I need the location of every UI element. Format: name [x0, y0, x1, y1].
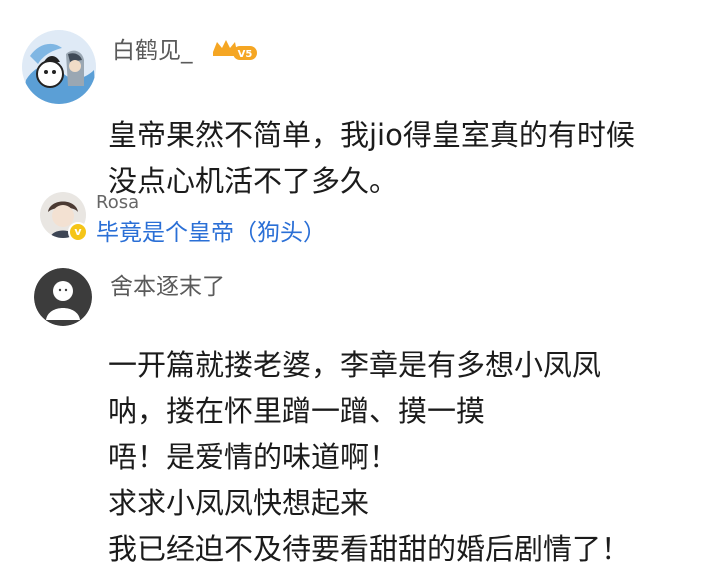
comment-line: 我已经迫不及待要看甜甜的婚后剧情了！	[108, 532, 631, 566]
vip-level-badge: V5	[211, 38, 257, 62]
avatar-illustration	[22, 30, 96, 104]
comment-text: 一开篇就搂老婆，李章是有多想小凤凤 呐，搂在怀里蹭一蹭、摸一摸 唔！是爱情的味道…	[108, 342, 630, 572]
verified-badge-icon: v	[68, 222, 88, 242]
comment-line: 求求小凤凤快想起来	[108, 486, 370, 520]
crown-icon: V5	[213, 40, 257, 60]
comment-item: 白鹤见_ V5 皇帝果然不简单，我jio得皇室真的有时候 没点心机活不了多久。 …	[0, 0, 720, 246]
default-avatar[interactable]	[34, 268, 92, 326]
comment-text: 皇帝果然不简单，我jio得皇室真的有时候 没点心机活不了多久。	[108, 112, 635, 204]
reply-username[interactable]: Rosa	[96, 192, 139, 214]
username[interactable]: 白鹤见_	[112, 36, 193, 66]
comment-line: 皇帝果然不简单，我jio得皇室真的有时候	[108, 118, 635, 152]
comment-line: 一开篇就搂老婆，李章是有多想小凤凤	[108, 348, 602, 382]
comment-line: 呐，搂在怀里蹭一蹭、摸一摸	[108, 394, 486, 428]
reply-text: 毕竟是个皇帝（狗头）	[96, 220, 326, 246]
level-text: V5	[238, 49, 253, 60]
default-user-icon	[34, 268, 92, 326]
comment-line: 没点心机活不了多久。	[108, 164, 399, 198]
comment-line: 唔！是爱情的味道啊！	[108, 440, 399, 474]
comment-item: 舍本逐末了 一开篇就搂老婆，李章是有多想小凤凤 呐，搂在怀里蹭一蹭、摸一摸 唔！…	[0, 250, 720, 566]
username[interactable]: 舍本逐末了	[110, 272, 225, 302]
avatar[interactable]	[22, 30, 96, 104]
